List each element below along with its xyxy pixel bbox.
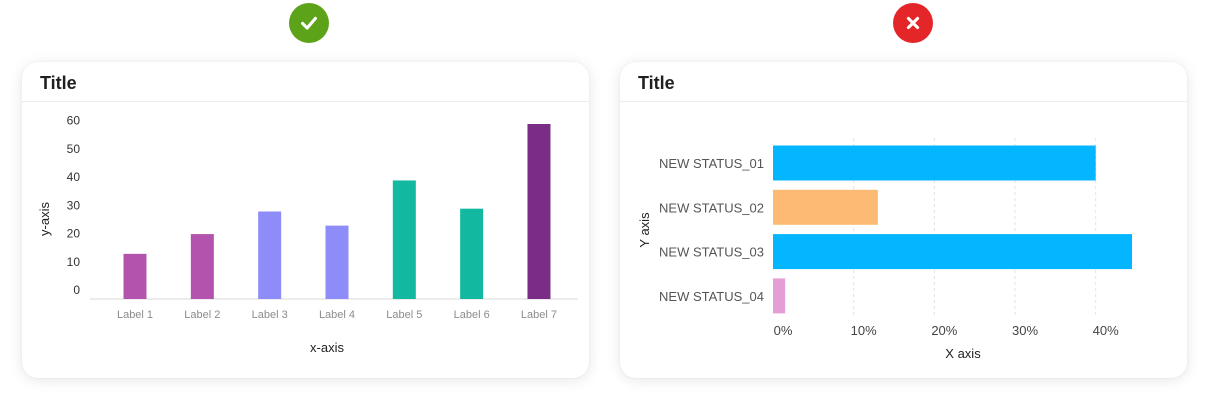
x-tick-label: Label 1 — [117, 309, 153, 321]
horizontal-bar-chart: 0% 10% 20% 30% 40% NEW STATUS_01 NEW STATUS_02… — [637, 138, 1132, 361]
bar — [123, 253, 147, 299]
y-tick-label: 20 — [67, 227, 81, 241]
bar — [392, 180, 416, 299]
x-tick-label: Label 3 — [252, 309, 288, 321]
vertical-bar-chart-card: Title 0 10 20 30 40 50 60 Label 1 Label 2 Label 3… — [22, 62, 589, 378]
y-tick-label: 40 — [67, 170, 81, 184]
x-tick-label: 20% — [931, 323, 957, 338]
bar — [325, 225, 349, 299]
x-axis-title: x-axis — [310, 340, 344, 355]
y-tick-label: 60 — [67, 114, 81, 128]
y-tick-label: NEW STATUS_02 — [659, 200, 764, 215]
checkmark-icon — [301, 16, 317, 30]
bar — [258, 211, 282, 299]
x-tick-label: 10% — [851, 323, 877, 338]
x-tick-label: 30% — [1012, 323, 1038, 338]
y-tick-label: 30 — [67, 198, 81, 212]
y-tick-label: 10 — [67, 255, 81, 269]
y-tick-label: NEW STATUS_03 — [659, 245, 764, 260]
y-tick-label: 50 — [67, 142, 81, 156]
bar — [773, 234, 1132, 270]
horizontal-bar-chart-card: Title 0% 10% 20% 30% 40% NEW STATUS_01 NEW STA… — [620, 62, 1187, 378]
y-axis-title: y-axis — [37, 202, 52, 236]
x-tick-label: Label 7 — [521, 309, 557, 321]
x-axis-title: X axis — [945, 346, 981, 361]
y-tick-label: NEW STATUS_04 — [659, 289, 764, 304]
y-tick-label: 0 — [73, 283, 80, 297]
x-tick-label: 40% — [1093, 323, 1119, 338]
y-tick-label: NEW STATUS_01 — [659, 156, 764, 171]
bar — [460, 208, 484, 299]
card-header: Title — [22, 62, 589, 102]
bar — [190, 234, 214, 299]
x-tick-label: Label 4 — [319, 309, 355, 321]
y-axis-title: Y axis — [637, 212, 652, 248]
close-icon — [906, 16, 920, 30]
x-tick-label: Label 2 — [184, 309, 220, 321]
bar — [527, 124, 551, 299]
bad-example-badge — [893, 3, 933, 43]
bar — [773, 189, 878, 225]
vertical-bar-chart: 0 10 20 30 40 50 60 Label 1 Label 2 Label 3 Label … — [37, 114, 578, 355]
bar — [773, 145, 1096, 181]
chart-title: Title — [40, 73, 77, 93]
good-example-badge — [289, 3, 329, 43]
card-header: Title — [620, 62, 1187, 102]
bar — [773, 278, 786, 314]
x-tick-label: Label 5 — [386, 309, 422, 321]
x-tick-label: Label 6 — [454, 309, 490, 321]
chart-title: Title — [638, 73, 675, 93]
x-tick-label: 0% — [774, 323, 793, 338]
